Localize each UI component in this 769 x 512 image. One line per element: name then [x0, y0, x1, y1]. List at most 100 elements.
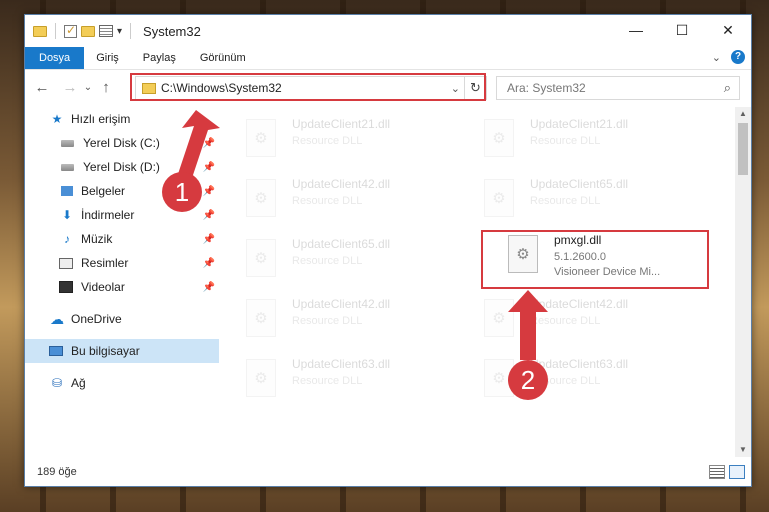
- file-name: UpdateClient21.dll: [292, 117, 391, 131]
- tab-file[interactable]: Dosya: [25, 47, 85, 69]
- new-folder-icon[interactable]: [81, 25, 95, 37]
- video-icon: [59, 281, 73, 293]
- file-description: Resource DLL: [292, 135, 363, 147]
- sidebar-item-pictures[interactable]: Resimler 📌: [25, 251, 219, 275]
- navigation-pane: ★ Hızlı erişim Yerel Disk (C:) 📌 Yerel D…: [25, 107, 219, 457]
- sidebar-item-this-pc[interactable]: Bu bilgisayar: [25, 339, 219, 363]
- title-bar: ▾ System32 — ☐ ✕: [25, 15, 751, 47]
- sidebar-item-quick-access[interactable]: ★ Hızlı erişim: [25, 107, 219, 131]
- pin-icon[interactable]: 📌: [203, 234, 215, 245]
- close-button[interactable]: ✕: [705, 15, 751, 45]
- tab-share[interactable]: Paylaş: [131, 47, 188, 69]
- properties-check-icon[interactable]: [64, 23, 77, 38]
- sidebar-item-label: Bu bilgisayar: [71, 344, 140, 358]
- file-item[interactable]: ⚙ UpdateClient21.dll Resource DLL: [458, 113, 678, 161]
- dll-file-icon: ⚙: [246, 359, 276, 397]
- file-item[interactable]: ⚙ UpdateClient65.dll Resource DLL: [458, 173, 678, 221]
- toolbar-divider: [55, 23, 56, 39]
- search-input[interactable]: Ara: System32 ⌕: [496, 76, 740, 100]
- pin-icon[interactable]: 📌: [203, 186, 215, 197]
- drive-icon: [61, 163, 74, 171]
- help-icon[interactable]: ?: [731, 50, 745, 64]
- address-path[interactable]: C:\Windows\System32: [161, 81, 282, 95]
- sidebar-item-music[interactable]: ♪ Müzik 📌: [25, 227, 219, 251]
- tab-home[interactable]: Giriş: [84, 47, 131, 69]
- file-name: UpdateClient42.dll: [292, 297, 391, 311]
- sidebar-item-videos[interactable]: Videolar 📌: [25, 275, 219, 299]
- properties-icon[interactable]: [99, 25, 113, 37]
- up-button[interactable]: ↑: [95, 79, 117, 96]
- dll-file-icon: ⚙: [508, 235, 538, 273]
- sidebar-item-label: İndirmeler: [81, 208, 135, 222]
- address-bar[interactable]: C:\Windows\System32 ⌄ ↻: [135, 76, 487, 100]
- dll-file-icon: ⚙: [484, 179, 514, 217]
- pin-icon[interactable]: 📌: [203, 210, 215, 221]
- file-item[interactable]: ⚙ UpdateClient42.dll Resource DLL: [220, 173, 440, 221]
- minimize-button[interactable]: —: [613, 15, 659, 45]
- pin-icon[interactable]: 📌: [203, 282, 215, 293]
- sidebar-item-label: Resimler: [81, 256, 129, 270]
- file-description: Resource DLL: [530, 195, 601, 207]
- refresh-icon[interactable]: ↻: [464, 77, 486, 99]
- sidebar-item-local-disk-c[interactable]: Yerel Disk (C:) 📌: [25, 131, 219, 155]
- forward-button[interactable]: →: [59, 79, 81, 96]
- file-version: 5.1.2600.0: [554, 251, 606, 263]
- item-count: 189 öğe: [37, 466, 77, 478]
- recent-locations-dropdown-icon[interactable]: ⌄: [81, 82, 95, 93]
- file-item[interactable]: ⚙ UpdateClient21.dll Resource DLL: [220, 113, 440, 161]
- scrollbar-thumb[interactable]: [738, 123, 748, 175]
- drive-icon: [61, 139, 74, 147]
- desktop-icon: [61, 186, 73, 196]
- file-item[interactable]: ⚙ UpdateClient42.dll Resource DLL: [220, 293, 440, 341]
- sidebar-item-onedrive[interactable]: ☁ OneDrive: [25, 307, 219, 331]
- annotation-badge-1: 1: [162, 172, 202, 212]
- navigation-bar: ← → ⌄ ↑ C:\Windows\System32 ⌄ ↻ Ara: Sys…: [25, 69, 751, 105]
- file-name: UpdateClient65.dll: [292, 237, 391, 251]
- file-description: Resource DLL: [292, 255, 363, 267]
- pin-icon[interactable]: 📌: [203, 162, 215, 173]
- scroll-down-icon[interactable]: ▼: [735, 443, 751, 457]
- dll-file-icon: ⚙: [484, 119, 514, 157]
- expand-ribbon-chevron-icon[interactable]: ⌄: [712, 51, 721, 64]
- details-view-icon[interactable]: [709, 465, 725, 479]
- file-item[interactable]: ⚙ UpdateClient65.dll Resource DLL: [220, 233, 440, 281]
- pin-icon[interactable]: 📌: [203, 258, 215, 269]
- status-bar: 189 öğe: [25, 458, 751, 486]
- cloud-icon: ☁: [50, 310, 64, 327]
- file-description: Visioneer Device Mi...: [554, 266, 661, 278]
- star-icon: ★: [51, 112, 63, 126]
- sidebar-item-label: Yerel Disk (C:): [83, 136, 160, 150]
- file-list: ⚙ UpdateClient21.dll Resource DLL ⚙ Upda…: [220, 107, 735, 457]
- file-item[interactable]: ⚙ UpdateClient63.dll Resource DLL: [220, 353, 440, 401]
- tab-view[interactable]: Görünüm: [188, 47, 258, 69]
- pin-icon[interactable]: 📌: [203, 138, 215, 149]
- vertical-scrollbar[interactable]: ▲ ▼: [735, 107, 751, 457]
- sidebar-item-label: Ağ: [71, 376, 86, 390]
- pictures-icon: [59, 257, 73, 269]
- maximize-button[interactable]: ☐: [659, 15, 705, 45]
- file-item-pmxgl[interactable]: ⚙ pmxgl.dll 5.1.2600.0 Visioneer Device …: [482, 229, 702, 278]
- sidebar-item-label: Yerel Disk (D:): [83, 160, 160, 174]
- file-description: Resource DLL: [292, 375, 363, 387]
- large-icons-view-icon[interactable]: [729, 465, 745, 479]
- file-item[interactable]: ⚙ UpdateClient63.dll Resource DLL: [458, 353, 678, 401]
- file-name: UpdateClient42.dll: [530, 297, 629, 311]
- back-button[interactable]: ←: [31, 79, 53, 96]
- scroll-up-icon[interactable]: ▲: [735, 107, 751, 121]
- dll-file-icon: ⚙: [246, 119, 276, 157]
- sidebar-item-network[interactable]: ⛁ Ağ: [25, 371, 219, 395]
- file-description: Resource DLL: [530, 315, 601, 327]
- search-icon[interactable]: ⌕: [724, 80, 731, 96]
- file-item[interactable]: ⚙ UpdateClient42.dll Resource DLL: [458, 293, 678, 341]
- folder-icon[interactable]: [33, 25, 47, 37]
- file-name: UpdateClient42.dll: [292, 177, 391, 191]
- dll-file-icon: ⚙: [246, 239, 276, 277]
- file-name: UpdateClient65.dll: [530, 177, 629, 191]
- dll-file-icon: ⚙: [246, 179, 276, 217]
- customize-toolbar-dropdown-icon[interactable]: ▾: [117, 26, 122, 37]
- toolbar-divider: [130, 23, 132, 39]
- address-dropdown-icon[interactable]: ⌄: [451, 82, 460, 95]
- dll-file-icon: ⚙: [246, 299, 276, 337]
- sidebar-item-label: Hızlı erişim: [71, 112, 131, 126]
- network-icon: ⛁: [51, 376, 63, 390]
